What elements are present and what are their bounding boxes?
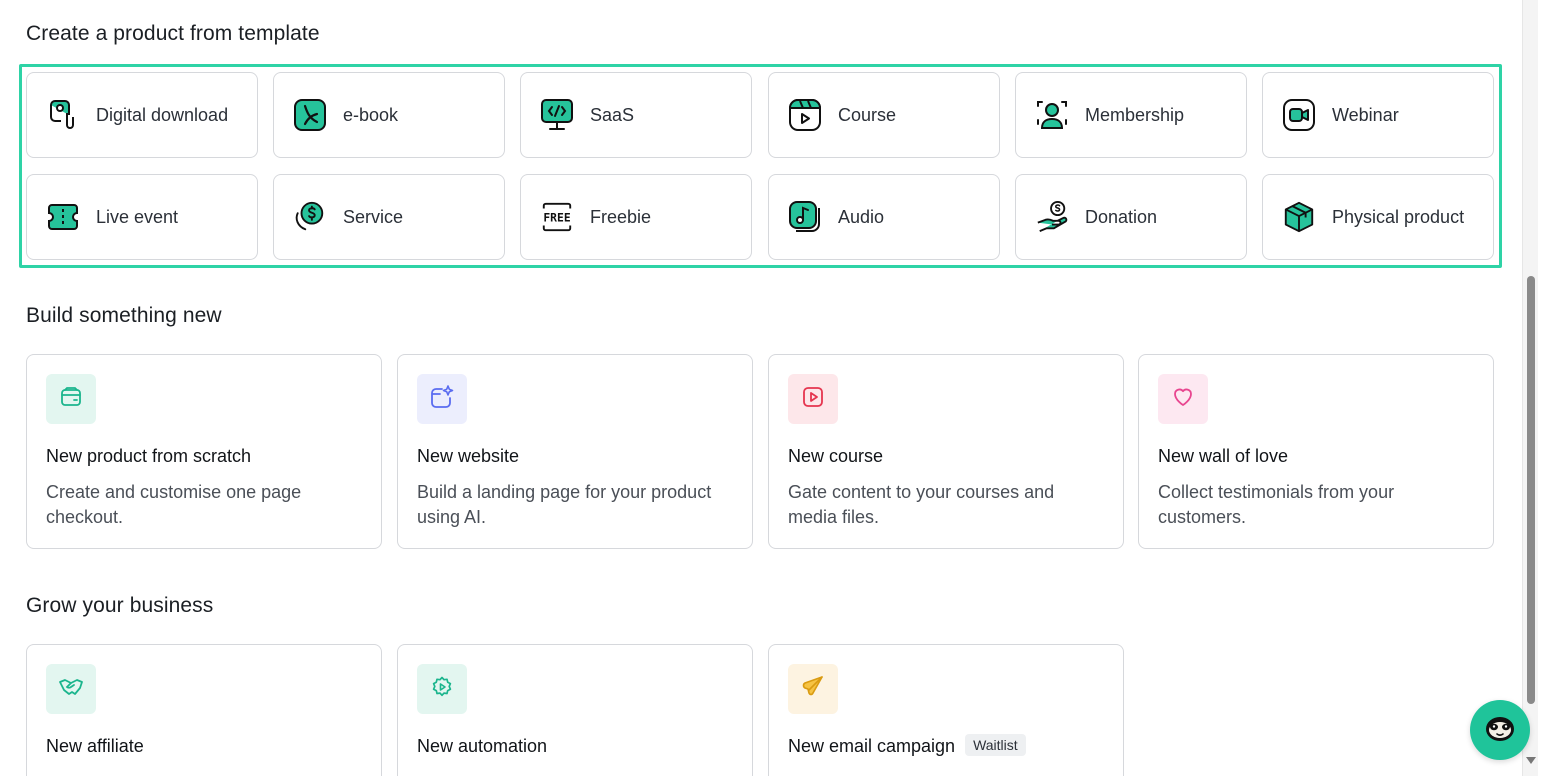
card-title: New course	[788, 446, 884, 466]
template-label: Course	[838, 104, 897, 125]
template-card-membership[interactable]: Membership	[1015, 72, 1247, 158]
template-card-physical-product[interactable]: Physical product	[1262, 174, 1494, 260]
chat-mascot-icon	[1483, 711, 1517, 750]
template-label: Live event	[96, 206, 179, 227]
window-edge	[1539, 0, 1551, 776]
build-section-title: Build something new	[26, 304, 222, 327]
card-title: New website	[417, 446, 520, 466]
card-title: New affiliate	[46, 736, 144, 756]
template-label: Service	[343, 206, 404, 227]
template-card-donation[interactable]: Donation	[1015, 174, 1247, 260]
card-description: Gate content to your courses and media f…	[788, 482, 1055, 527]
template-card-digital-download[interactable]: Digital download	[26, 72, 258, 158]
digital-download-icon	[46, 98, 80, 132]
new-product-tile	[46, 374, 96, 424]
box-icon	[1282, 200, 1316, 234]
course-play-icon	[788, 98, 822, 132]
new-course-tile	[788, 374, 838, 424]
template-label: Audio	[838, 206, 885, 227]
scroll-down-arrow-icon[interactable]	[1526, 757, 1536, 764]
template-label: Physical product	[1332, 206, 1465, 227]
card-description: Build a landing page for your product us…	[417, 482, 712, 527]
template-card-live-event[interactable]: Live event	[26, 174, 258, 260]
new-affiliate-tile	[46, 664, 96, 714]
card-title: New automation	[417, 736, 548, 756]
dollar-coin-icon	[293, 200, 327, 234]
template-card-saas[interactable]: SaaS	[520, 72, 752, 158]
waitlist-badge: Waitlist	[965, 734, 1026, 757]
new-wall-of-love-tile	[1158, 374, 1208, 424]
automation-gear-icon	[430, 675, 454, 704]
membership-user-icon	[1035, 98, 1069, 132]
template-label: Membership	[1085, 104, 1185, 125]
main-content: Create a product from template Digital d…	[0, 0, 1520, 776]
new-website-card[interactable]: New website Build a landing page for you…	[397, 354, 753, 549]
paper-plane-icon	[800, 674, 826, 705]
code-monitor-icon	[540, 98, 574, 132]
template-grid: Digital download e-book SaaS Course Memb…	[19, 64, 1502, 268]
template-card-webinar[interactable]: Webinar	[1262, 72, 1494, 158]
music-note-icon	[788, 200, 822, 234]
video-play-icon	[801, 385, 825, 414]
webinar-camera-icon	[1282, 98, 1316, 132]
grow-section-title: Grow your business	[26, 594, 214, 617]
template-label: Digital download	[96, 104, 229, 125]
pdf-icon	[293, 98, 327, 132]
new-automation-tile	[417, 664, 467, 714]
card-title: New product from scratch	[46, 446, 252, 466]
new-automation-card[interactable]: New automation	[397, 644, 753, 776]
new-wall-of-love-card[interactable]: New wall of love Collect testimonials fr…	[1138, 354, 1494, 549]
template-label: SaaS	[590, 104, 635, 125]
ticket-icon	[46, 200, 80, 234]
template-label: Donation	[1085, 206, 1158, 227]
card-title: New wall of love	[1158, 446, 1289, 466]
scrollbar-thumb[interactable]	[1527, 276, 1535, 704]
template-card-course[interactable]: Course	[768, 72, 1000, 158]
template-card-freebie[interactable]: FREE Freebie	[520, 174, 752, 260]
handshake-icon	[58, 674, 84, 705]
template-card-e-book[interactable]: e-book	[273, 72, 505, 158]
template-label: e-book	[343, 104, 399, 125]
svg-text:FREE: FREE	[543, 211, 570, 225]
new-website-tile	[417, 374, 467, 424]
template-card-audio[interactable]: Audio	[768, 174, 1000, 260]
template-label: Webinar	[1332, 104, 1399, 125]
ai-sparkle-icon	[429, 384, 455, 415]
new-email-campaign-card[interactable]: New email campaign Waitlist	[768, 644, 1124, 776]
email-campaign-title: New email campaign	[788, 736, 956, 756]
free-tag-icon: FREE	[540, 200, 574, 234]
new-product-card[interactable]: New product from scratch Create and cust…	[26, 354, 382, 549]
template-card-service[interactable]: Service	[273, 174, 505, 260]
card-title: New email campaign Waitlist	[788, 734, 1026, 758]
new-course-card[interactable]: New course Gate content to your courses …	[768, 354, 1124, 549]
new-affiliate-card[interactable]: New affiliate	[26, 644, 382, 776]
template-label: Freebie	[590, 206, 652, 227]
donation-hand-icon	[1035, 200, 1069, 234]
chat-support-button[interactable]	[1470, 700, 1530, 760]
heart-icon	[1171, 385, 1195, 414]
card-description: Collect testimonials from your customers…	[1158, 482, 1395, 527]
new-email-campaign-tile	[788, 664, 838, 714]
package-icon	[59, 385, 83, 414]
card-description: Create and customise one page checkout.	[46, 482, 302, 527]
templates-section-title: Create a product from template	[26, 22, 320, 45]
